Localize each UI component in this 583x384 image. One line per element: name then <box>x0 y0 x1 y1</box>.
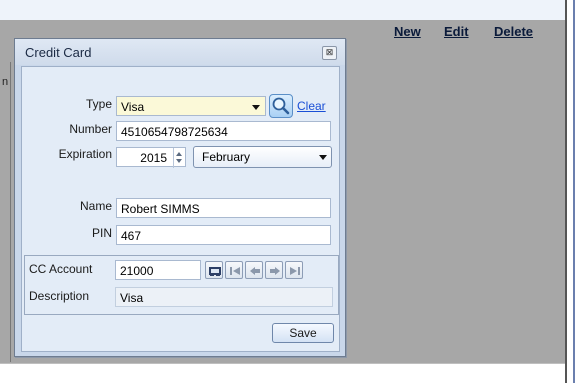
pin-field[interactable]: 467 <box>116 225 331 245</box>
binoculars-icon <box>209 267 221 276</box>
close-button[interactable]: ⊠ <box>322 46 337 60</box>
save-button[interactable]: Save <box>272 323 334 343</box>
first-record-icon <box>230 267 240 275</box>
account-section: CC Account 21000 Description Visa <box>24 255 339 315</box>
description-label: Description <box>29 289 90 303</box>
year-spinner-buttons[interactable] <box>173 148 185 168</box>
clear-link[interactable]: Clear <box>297 99 326 113</box>
expiration-month-select[interactable]: February <box>193 146 332 168</box>
arrow-left-icon <box>250 267 260 275</box>
credit-card-dialog: Credit Card ⊠ Type Visa Clear Number 451… <box>14 38 346 357</box>
first-record-button[interactable] <box>225 261 243 279</box>
expiration-label: Expiration <box>58 147 112 161</box>
description-field: Visa <box>115 287 333 307</box>
cc-account-label: CC Account <box>29 262 93 276</box>
number-value: 4510654798725634 <box>121 125 228 139</box>
description-value: Visa <box>120 291 144 305</box>
right-scroll-panel <box>565 0 583 383</box>
bottom-strip <box>0 363 565 384</box>
type-select[interactable]: Visa <box>116 96 266 116</box>
magnifier-icon <box>272 97 290 115</box>
dialog-titlebar[interactable]: Credit Card ⊠ <box>15 39 345 65</box>
cc-account-value: 21000 <box>120 264 154 278</box>
pin-value: 467 <box>121 229 142 243</box>
type-label: Type <box>85 97 112 111</box>
previous-record-button[interactable] <box>245 261 263 279</box>
delete-link[interactable]: Delete <box>494 24 533 39</box>
next-record-button[interactable] <box>265 261 283 279</box>
number-field[interactable]: 4510654798725634 <box>116 121 331 141</box>
cc-account-field[interactable]: 21000 <box>115 260 201 280</box>
chevron-down-icon <box>252 105 260 110</box>
lookup-account-button[interactable] <box>205 261 223 279</box>
spin-down-icon <box>176 159 182 163</box>
dialog-title: Credit Card <box>25 45 92 60</box>
last-record-button[interactable] <box>285 261 303 279</box>
pin-label: PIN <box>91 226 112 240</box>
new-link[interactable]: New <box>394 24 421 39</box>
vertical-divider <box>573 0 575 383</box>
chevron-down-icon <box>319 155 327 160</box>
expiration-month-value: February <box>202 150 251 164</box>
dialog-body: Type Visa Clear Number 4510654798725634 … <box>21 66 340 352</box>
name-value: Robert SIMMS <box>121 202 200 216</box>
name-label: Name <box>79 199 112 213</box>
app-top-bar <box>0 0 565 21</box>
card-details-section: Type Visa Clear Number 4510654798725634 … <box>22 67 339 255</box>
arrow-right-icon <box>270 267 280 275</box>
background-grid-edge: n <box>0 62 11 362</box>
spin-up-icon <box>176 152 182 156</box>
search-button[interactable] <box>269 94 293 118</box>
background-text-fragment: n <box>2 76 9 88</box>
number-label: Number <box>69 122 112 136</box>
close-icon: ⊠ <box>325 47 334 57</box>
type-value: Visa <box>121 100 145 114</box>
expiration-year-spinner[interactable]: 2015 <box>116 147 186 168</box>
last-record-icon <box>290 267 300 275</box>
edit-link[interactable]: Edit <box>444 24 469 39</box>
name-field[interactable]: Robert SIMMS <box>116 198 331 218</box>
expiration-year-value: 2015 <box>140 151 167 165</box>
